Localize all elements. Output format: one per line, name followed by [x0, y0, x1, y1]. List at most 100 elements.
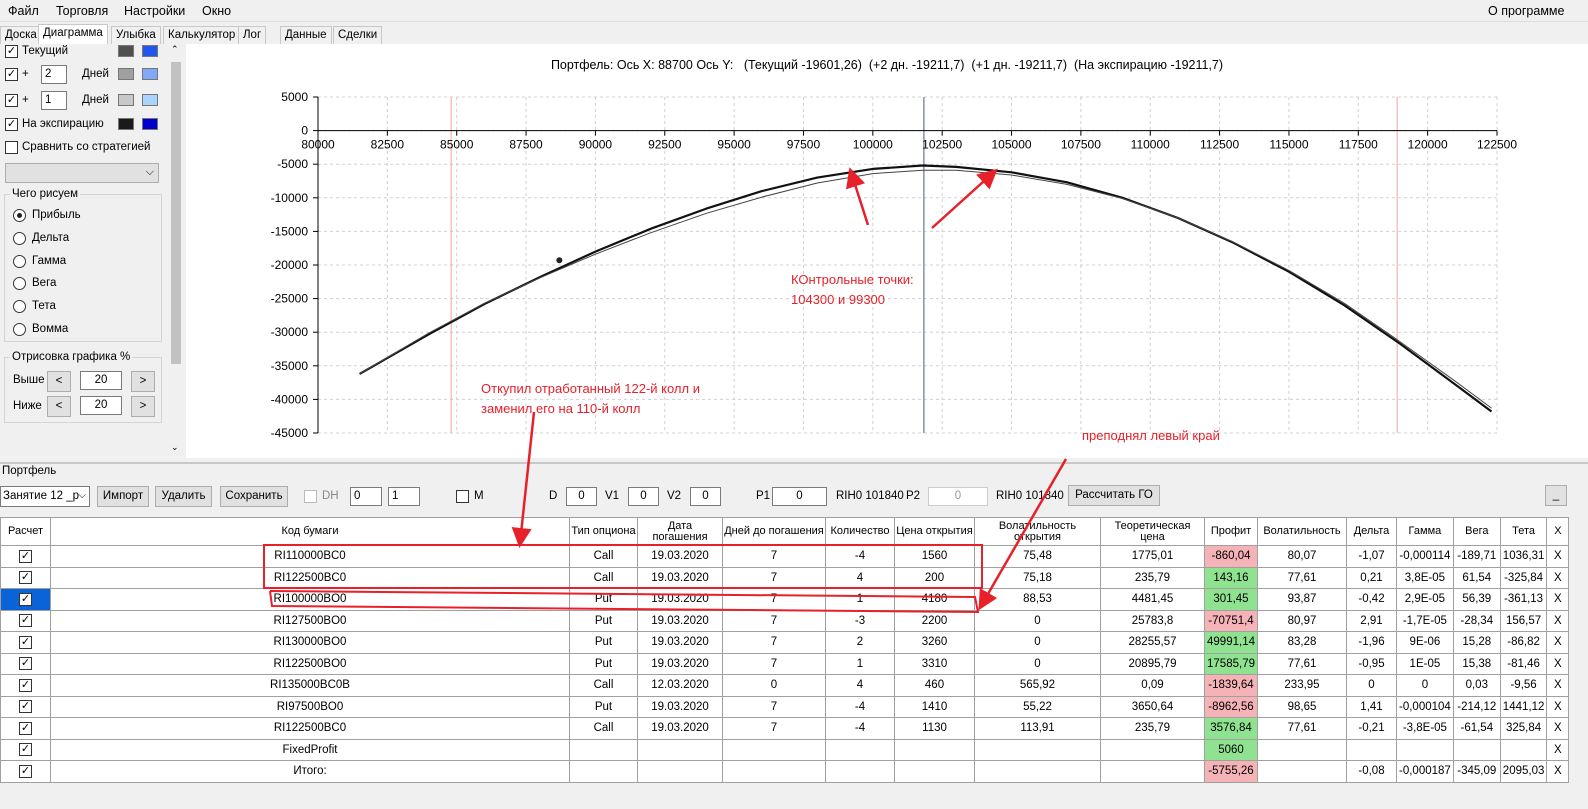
- cell-qty[interactable]: 2: [825, 631, 895, 654]
- cell-theta[interactable]: 1036,31: [1499, 545, 1548, 568]
- cell-vega[interactable]: 0,03: [1452, 674, 1501, 697]
- cell-profit[interactable]: 3576,84: [1204, 717, 1258, 740]
- p2-input[interactable]: 0: [928, 487, 988, 506]
- radio-theta[interactable]: [13, 300, 26, 313]
- cell-vol-open[interactable]: 88,53: [974, 588, 1101, 611]
- col-header-qty[interactable]: Количество: [825, 517, 895, 546]
- cell-vega[interactable]: -28,34: [1452, 609, 1501, 632]
- cell-price[interactable]: 1130: [894, 717, 975, 740]
- chart-svg[interactable]: 80000 82500 85000 87500 90000 92500 95000 97500…: [186, 44, 1588, 458]
- cell-vega[interactable]: 15,28: [1452, 631, 1501, 654]
- calc-cell[interactable]: ✓: [0, 760, 51, 783]
- cell-code[interactable]: RI122500BO0: [50, 652, 570, 675]
- col-header-profit[interactable]: Профит: [1204, 517, 1258, 546]
- cell-vol-open[interactable]: [974, 738, 1101, 761]
- cell-delta[interactable]: 1,41: [1346, 695, 1397, 718]
- cell-vol-open[interactable]: 75,48: [974, 545, 1101, 568]
- cell-theo[interactable]: 1775,01: [1100, 545, 1205, 568]
- plus2-color-1[interactable]: [118, 68, 134, 80]
- save-button[interactable]: Сохранить: [220, 486, 288, 507]
- cell-vol[interactable]: 98,65: [1257, 695, 1347, 718]
- cell-vol[interactable]: 80,07: [1257, 545, 1347, 568]
- cell-vol[interactable]: 80,97: [1257, 609, 1347, 632]
- cell-theta[interactable]: 325,84: [1499, 717, 1548, 740]
- cell-days[interactable]: 7: [722, 566, 826, 589]
- menu-file[interactable]: Файл: [8, 4, 39, 18]
- minimize-button[interactable]: _: [1545, 485, 1567, 506]
- table-row[interactable]: ✓ RI122500BC0 Call 19.03.2020 7 -4 1130 113,91 2…: [0, 717, 1570, 740]
- cell-date[interactable]: 19.03.2020: [637, 631, 723, 654]
- plus2-checkbox[interactable]: ✓: [5, 68, 18, 81]
- calc-cell[interactable]: ✓: [0, 631, 51, 654]
- cell-vega[interactable]: -189,71: [1452, 545, 1501, 568]
- col-header-delta[interactable]: Дельта: [1346, 517, 1397, 546]
- tab-smile[interactable]: Улыбка: [111, 26, 161, 44]
- calc-cell[interactable]: ✓: [0, 738, 51, 761]
- cell-gamma[interactable]: 3,8E-05: [1396, 566, 1454, 589]
- cell-vega[interactable]: 15,38: [1452, 652, 1501, 675]
- cell-qty[interactable]: -4: [825, 695, 895, 718]
- radio-delta[interactable]: [13, 232, 26, 245]
- cell-vol[interactable]: [1257, 760, 1347, 783]
- cell-vol-open[interactable]: 75,18: [974, 566, 1101, 589]
- cell-days[interactable]: 7: [722, 695, 826, 718]
- row-calc-checkbox[interactable]: ✓: [19, 614, 32, 628]
- cell-vol-open[interactable]: [974, 760, 1101, 783]
- cell-type[interactable]: Put: [569, 695, 638, 718]
- cell-theta[interactable]: 2095,03: [1499, 760, 1548, 783]
- cell-gamma[interactable]: -0,000187: [1396, 760, 1454, 783]
- v1-input[interactable]: 0: [628, 487, 659, 506]
- cell-profit[interactable]: 5060: [1204, 738, 1258, 761]
- cell-gamma[interactable]: -3,8E-05: [1396, 717, 1454, 740]
- row-calc-checkbox[interactable]: ✓: [19, 764, 32, 778]
- table-row[interactable]: ✓ FixedProfit 5060 X: [0, 738, 1570, 761]
- cell-vol-open[interactable]: 0: [974, 652, 1101, 675]
- above-input[interactable]: 20: [80, 371, 122, 390]
- expiry-color-2[interactable]: [142, 118, 158, 130]
- cell-profit[interactable]: 301,45: [1204, 588, 1258, 611]
- cell-date[interactable]: 12.03.2020: [637, 674, 723, 697]
- table-row[interactable]: ✓ Итого: -5755,26 -0,08 -0,000187 -345,09 2095…: [0, 760, 1570, 783]
- cell-gamma[interactable]: [1396, 738, 1454, 761]
- compare-checkbox[interactable]: [5, 141, 18, 154]
- row-delete-button[interactable]: X: [1546, 652, 1570, 675]
- cell-price[interactable]: 200: [894, 566, 975, 589]
- calc-cell[interactable]: ✓: [0, 695, 51, 718]
- plus2-color-2[interactable]: [142, 68, 158, 80]
- d-input[interactable]: 0: [566, 487, 597, 506]
- cell-code[interactable]: RI100000BO0: [50, 588, 570, 611]
- cell-price[interactable]: 4180: [894, 588, 975, 611]
- table-row[interactable]: ✓ RI122500BO0 Put 19.03.2020 7 1 3310 0 20895,79…: [0, 652, 1570, 675]
- cell-delta[interactable]: -0,08: [1346, 760, 1397, 783]
- calc-cell[interactable]: ✓: [0, 652, 51, 675]
- cell-price[interactable]: 1410: [894, 695, 975, 718]
- cell-vol-open[interactable]: 565,92: [974, 674, 1101, 697]
- cell-vol[interactable]: 83,28: [1257, 631, 1347, 654]
- cell-type[interactable]: [569, 738, 638, 761]
- cell-date[interactable]: 19.03.2020: [637, 609, 723, 632]
- cell-code[interactable]: RI110000BC0: [50, 545, 570, 568]
- cell-date[interactable]: 19.03.2020: [637, 652, 723, 675]
- cell-theo[interactable]: 28255,57: [1100, 631, 1205, 654]
- cell-date[interactable]: 19.03.2020: [637, 588, 723, 611]
- cell-qty[interactable]: 1: [825, 652, 895, 675]
- days-input-1[interactable]: 2: [41, 65, 67, 84]
- row-calc-checkbox[interactable]: ✓: [19, 592, 32, 606]
- menu-trading[interactable]: Торговля: [56, 4, 108, 18]
- calc-cell[interactable]: ✓: [0, 609, 51, 632]
- row-delete-button[interactable]: X: [1546, 674, 1570, 697]
- cell-price[interactable]: 1560: [894, 545, 975, 568]
- strategy-dropdown[interactable]: ⌵: [5, 163, 159, 183]
- cell-code[interactable]: RI97500BO0: [50, 695, 570, 718]
- col-header-code[interactable]: Код бумаги: [50, 517, 570, 546]
- row-calc-checkbox[interactable]: ✓: [19, 549, 32, 563]
- col-header-gamma[interactable]: Гамма: [1396, 517, 1454, 546]
- scroll-down-icon[interactable]: ⌄: [171, 442, 179, 453]
- row-delete-button[interactable]: X: [1546, 631, 1570, 654]
- cell-days[interactable]: 7: [722, 652, 826, 675]
- cell-vol[interactable]: 233,95: [1257, 674, 1347, 697]
- table-row[interactable]: ✓ RI122500BC0 Call 19.03.2020 7 4 200 75,18 235,…: [0, 566, 1570, 589]
- expiry-checkbox[interactable]: ✓: [5, 118, 18, 131]
- cell-code[interactable]: RI122500BC0: [50, 566, 570, 589]
- cell-days[interactable]: [722, 760, 826, 783]
